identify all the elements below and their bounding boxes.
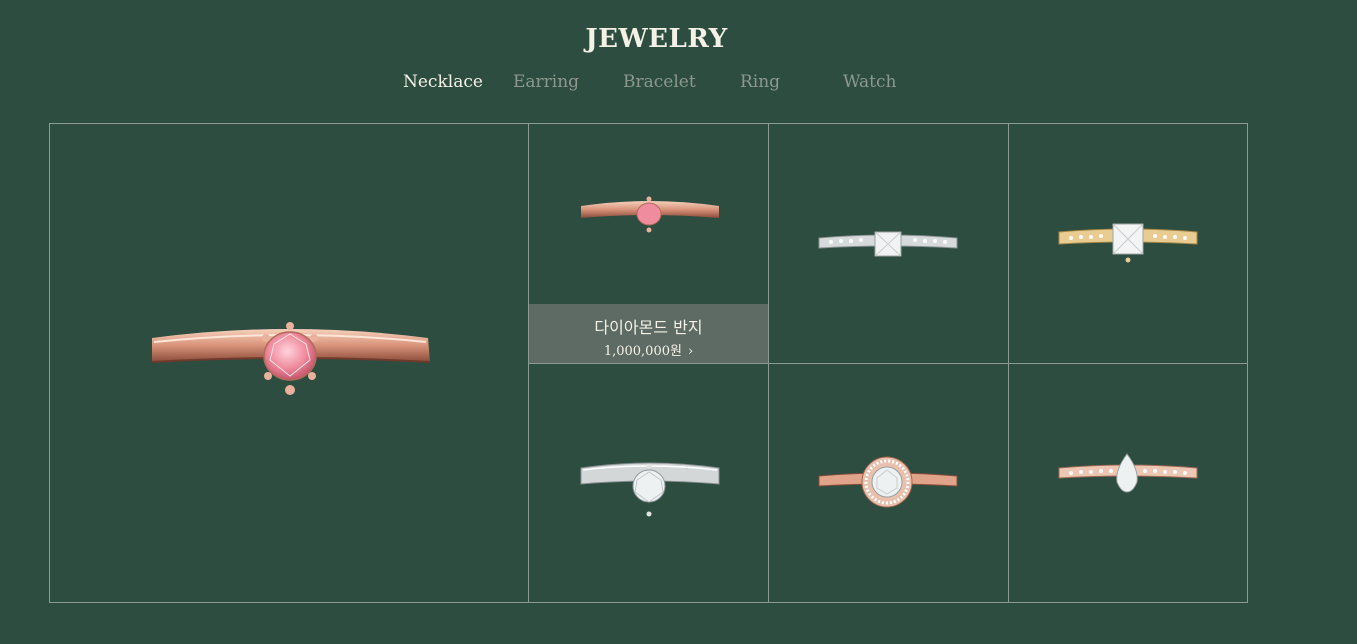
rose-gold-halo-ring-icon xyxy=(818,456,958,508)
tab-ring[interactable]: Ring xyxy=(740,72,780,92)
white-gold-solitaire-ring-icon xyxy=(580,462,720,517)
white-gold-princess-pave-ring-icon xyxy=(818,231,958,257)
product-tile[interactable]: 다이아몬드 반지 1,000,000원 › xyxy=(529,124,768,363)
product-tile[interactable] xyxy=(529,364,768,602)
product-tile[interactable] xyxy=(1009,364,1247,602)
product-price: 1,000,000원 xyxy=(603,344,682,359)
page-title: JEWELRY xyxy=(585,24,728,54)
product-tile[interactable] xyxy=(1009,124,1247,363)
tab-bracelet[interactable]: Bracelet xyxy=(623,72,696,92)
product-tile[interactable] xyxy=(769,364,1008,602)
rose-gold-pear-pave-ring-icon xyxy=(1058,453,1198,493)
product-grid: 다이아몬드 반지 1,000,000원 › xyxy=(49,123,1248,603)
product-tile[interactable] xyxy=(769,124,1008,363)
yellow-gold-princess-pave-ring-icon xyxy=(1058,223,1198,263)
rose-gold-pink-solitaire-ring-icon xyxy=(151,322,431,395)
tab-earring[interactable]: Earring xyxy=(513,72,579,92)
tab-necklace[interactable]: Necklace xyxy=(403,72,483,92)
featured-product-tile[interactable] xyxy=(50,124,528,602)
tab-watch[interactable]: Watch xyxy=(843,72,896,92)
product-name: 다이아몬드 반지 xyxy=(594,318,703,337)
chevron-right-icon: › xyxy=(687,344,694,359)
category-tabs: Necklace Earring Bracelet Ring Watch xyxy=(0,72,1357,98)
rose-gold-pink-solitaire-ring-icon xyxy=(581,196,719,233)
product-caption[interactable]: 다이아몬드 반지 1,000,000원 › xyxy=(529,304,768,363)
